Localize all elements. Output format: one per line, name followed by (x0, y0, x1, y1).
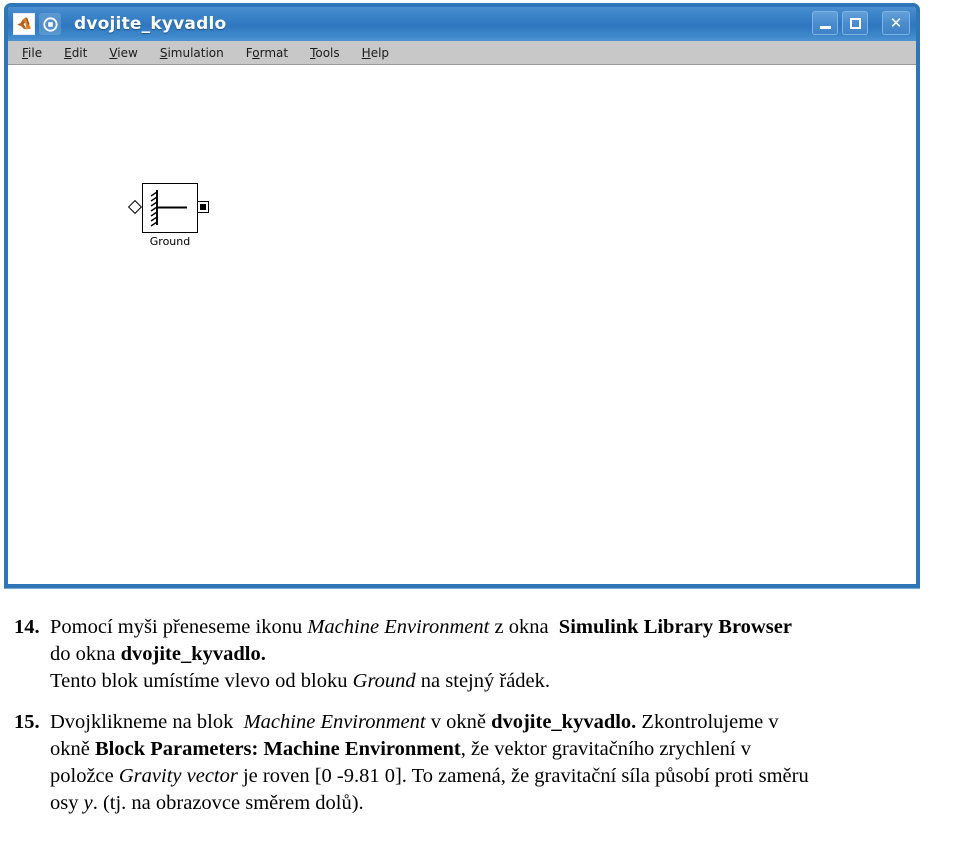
text-line: do okna dvojite_kyvadlo. (50, 643, 266, 665)
text-line: Tento blok umístíme vlevo od bloku Groun… (50, 670, 551, 692)
model-canvas[interactable]: Ground (8, 65, 916, 583)
block-ground[interactable]: Ground (127, 183, 209, 248)
item-number: 15. (14, 711, 40, 733)
menu-item-format[interactable]: Format (246, 46, 288, 60)
maximize-icon[interactable] (842, 11, 868, 35)
menu-item-edit[interactable]: Edit (64, 46, 87, 60)
window-title: dvojite_kyvadlo (74, 14, 227, 34)
text-line: Pomocí myši přeneseme ikonu Machine Envi… (50, 616, 792, 638)
ground-symbol-icon (150, 190, 187, 227)
simulink-icon (39, 13, 61, 35)
ground-input-port[interactable] (127, 199, 143, 215)
instruction-item-14: 14. Pomocí myši přeneseme ikonu Machine … (0, 614, 959, 695)
text-line: okně Block Parameters: Machine Environme… (50, 738, 751, 760)
menu-bar: File Edit View Simulation Format Tools H… (8, 41, 916, 65)
ground-output-port[interactable] (197, 201, 209, 213)
item-number: 14. (14, 616, 40, 638)
minimize-icon[interactable] (812, 11, 838, 35)
window-titlebar[interactable]: dvojite_kyvadlo ✕ (8, 7, 916, 41)
simulink-model-window: dvojite_kyvadlo ✕ File Edit View Simulat… (4, 3, 920, 588)
menu-item-file[interactable]: File (22, 46, 42, 60)
ground-block-label: Ground (149, 235, 191, 248)
item-body: Pomocí myši přeneseme ikonu Machine Envi… (50, 614, 959, 695)
text-line: položce Gravity vector je roven [0 -9.81… (50, 765, 809, 787)
window-controls: ✕ (812, 11, 910, 35)
instruction-text: 14. Pomocí myši přeneseme ikonu Machine … (0, 614, 959, 817)
text-line: Dvojklikneme na blok Machine Environment… (50, 711, 779, 733)
menu-item-help[interactable]: Help (362, 46, 389, 60)
item-body: Dvojklikneme na blok Machine Environment… (50, 709, 959, 817)
matlab-icon (13, 13, 35, 35)
menu-item-tools[interactable]: Tools (310, 46, 340, 60)
menu-item-view[interactable]: View (109, 46, 137, 60)
close-icon[interactable]: ✕ (882, 11, 910, 35)
instruction-item-15: 15. Dvojklikneme na blok Machine Environ… (0, 709, 959, 817)
text-line: osy y. (tj. na obrazovce směrem dolů). (50, 792, 364, 814)
ground-block-body (142, 183, 198, 233)
menu-item-simulation[interactable]: Simulation (160, 46, 224, 60)
